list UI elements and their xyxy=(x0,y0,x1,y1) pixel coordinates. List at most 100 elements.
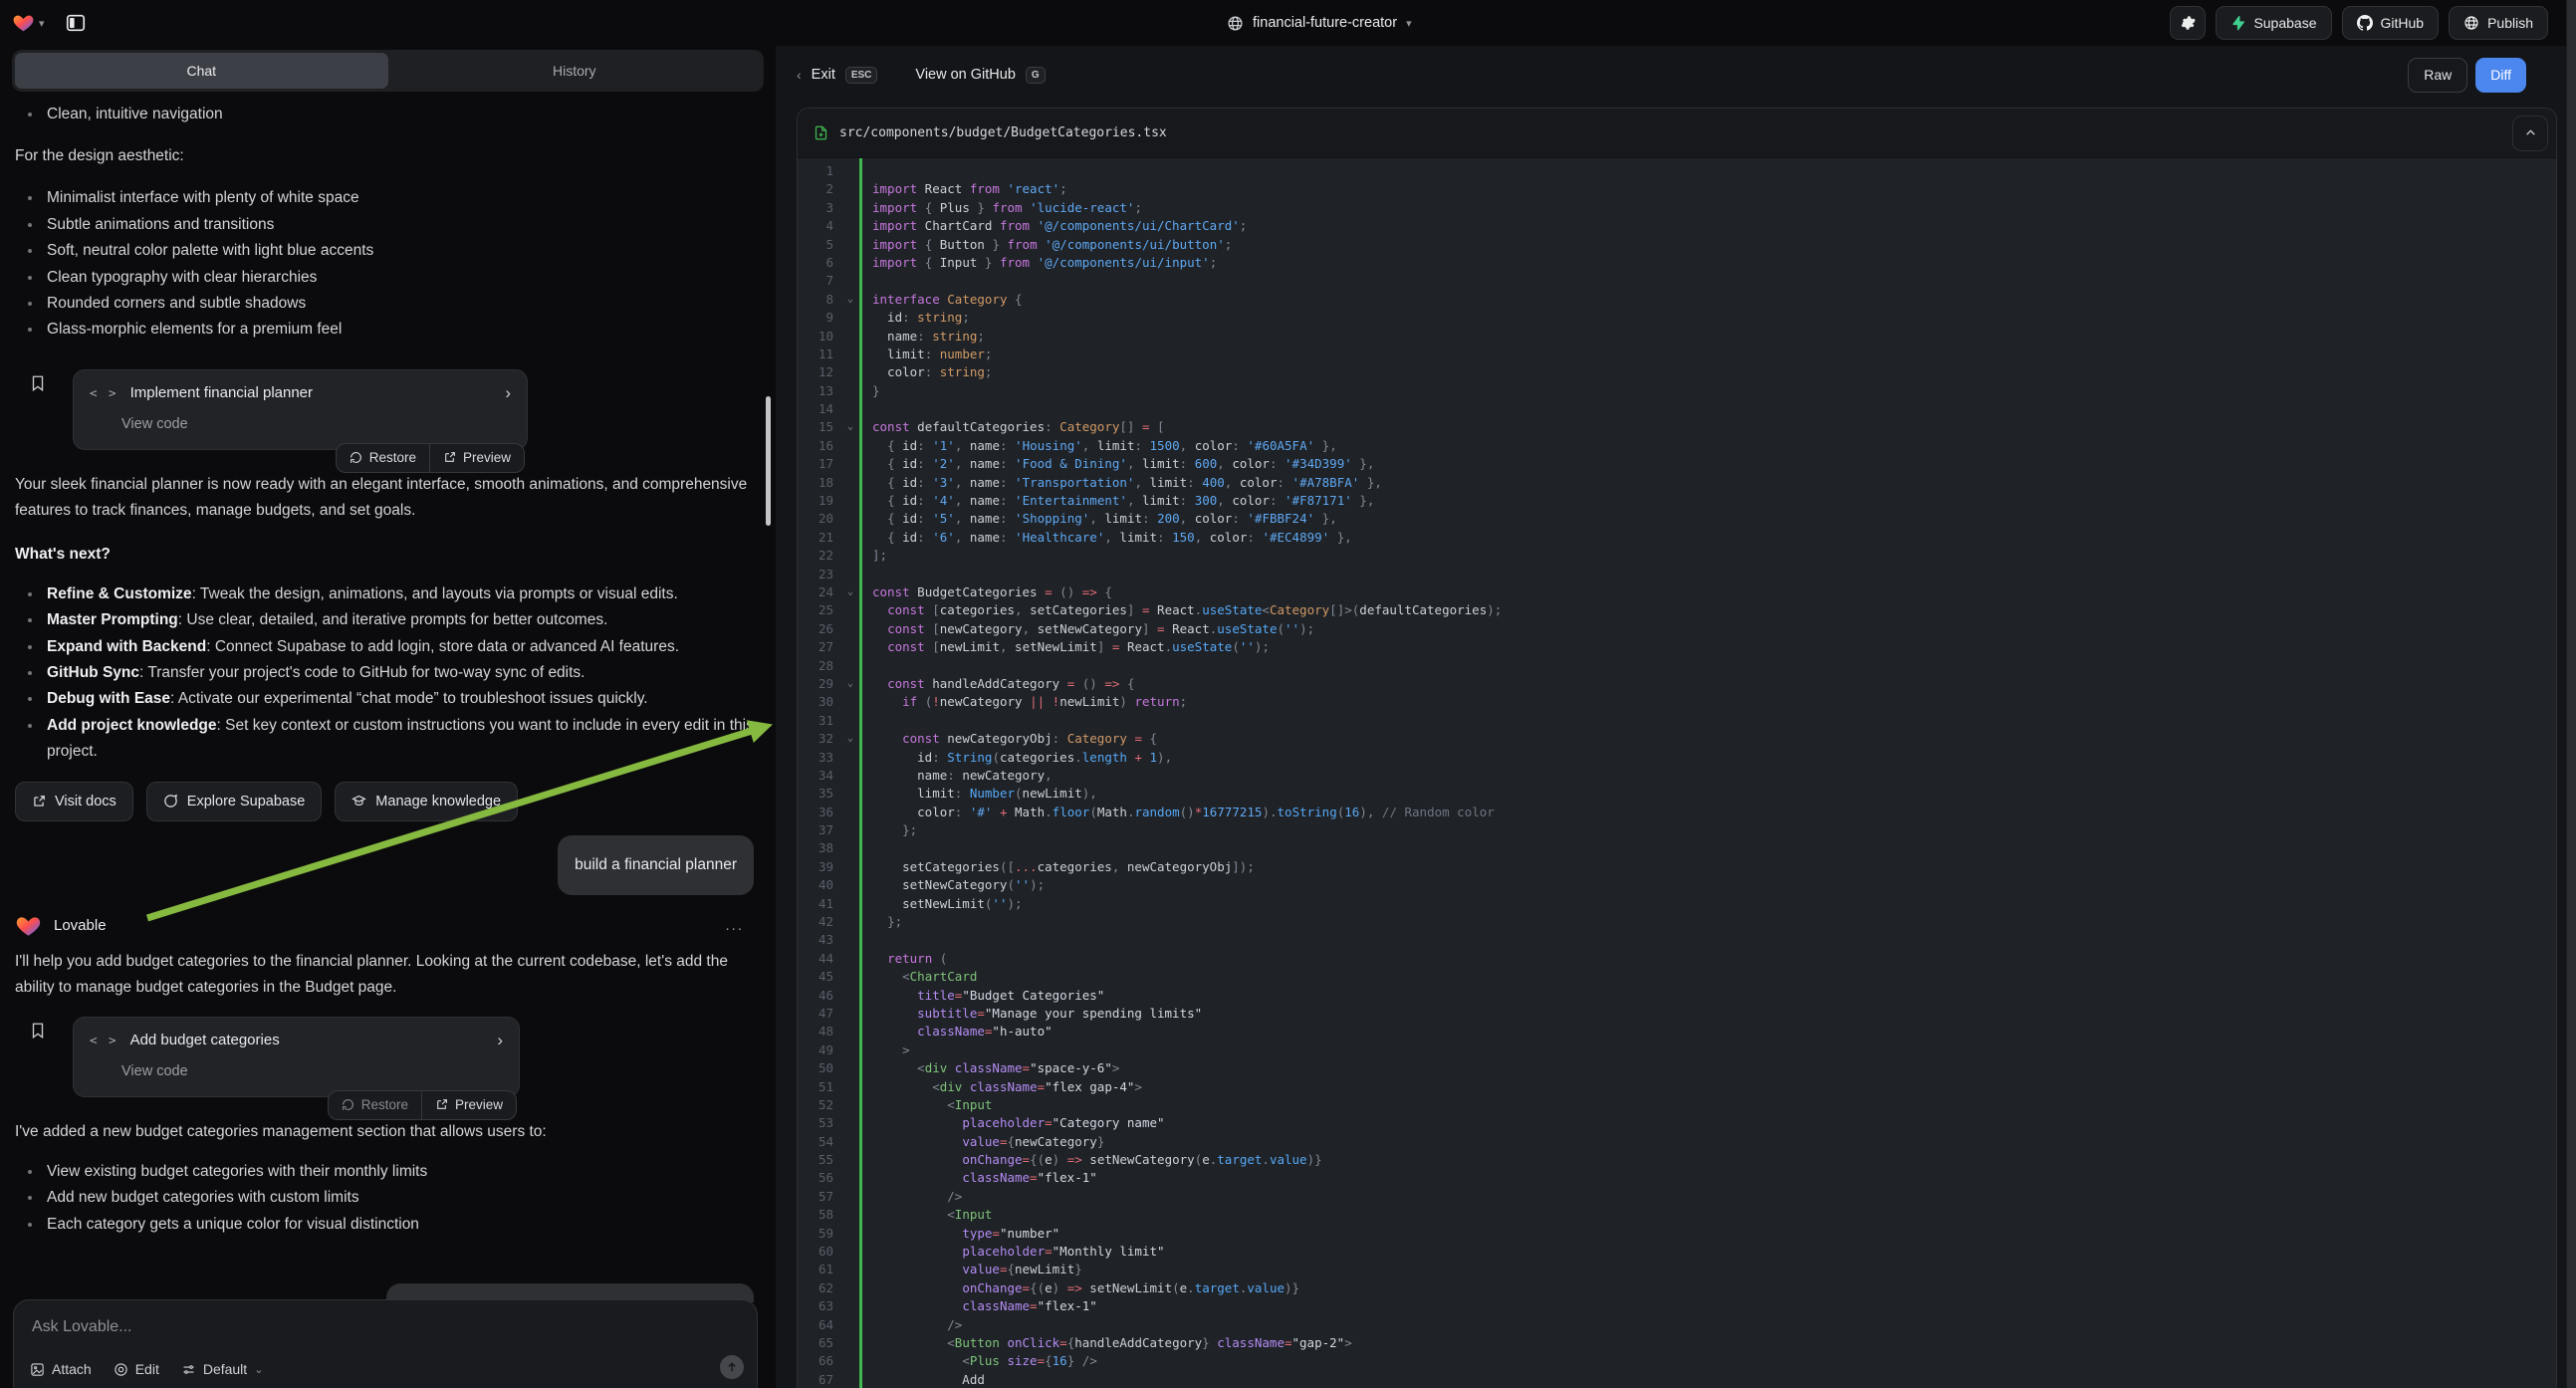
design-bullet-list: Minimalist interface with plenty of whit… xyxy=(15,185,754,343)
line-number: 52 xyxy=(798,1096,841,1114)
code-line: 53 placeholder="Category name" xyxy=(798,1114,2556,1132)
fold-spacer xyxy=(841,913,859,931)
view-code-link[interactable]: View code xyxy=(121,1058,503,1084)
version-card-row: < > Implement financial planner › View c… xyxy=(29,369,754,450)
manage-knowledge-button[interactable]: Manage knowledge xyxy=(335,782,518,821)
code-line: 55 onChange={(e) => setNewCategory(e.tar… xyxy=(798,1151,2556,1169)
fold-spacer xyxy=(841,987,859,1005)
line-number: 11 xyxy=(798,346,841,363)
chevron-down-icon: ▾ xyxy=(39,17,45,30)
code-line: 33 id: String(categories.length + 1), xyxy=(798,749,2556,767)
fold-spacer xyxy=(841,1261,859,1278)
chat-scrollbar-thumb[interactable] xyxy=(766,396,771,526)
globe-icon xyxy=(1227,15,1244,32)
code-line: 18 { id: '3', name: 'Transportation', li… xyxy=(798,474,2556,492)
code-line: 62 onChange={(e) => setNewLimit(e.target… xyxy=(798,1279,2556,1297)
collapse-file-button[interactable] xyxy=(2512,116,2548,151)
restore-button[interactable]: Restore xyxy=(329,1091,421,1119)
line-number: 63 xyxy=(798,1297,841,1315)
code-line: 11 limit: number; xyxy=(798,346,2556,363)
chat-input-card[interactable]: Ask Lovable... Attach Edit Default ⌄ xyxy=(13,1299,758,1388)
diff-added-gutter xyxy=(859,158,862,1388)
explore-supabase-button[interactable]: Explore Supabase xyxy=(146,782,323,821)
fold-chevron-icon[interactable]: ⌄ xyxy=(841,675,859,693)
chevron-down-icon: ▾ xyxy=(1406,17,1412,30)
chat-panel: Chat History Clean, intuitive navigation… xyxy=(0,46,776,1388)
settings-button[interactable] xyxy=(2170,6,2206,40)
raw-toggle-button[interactable]: Raw xyxy=(2408,58,2467,93)
message-menu-button[interactable]: ... xyxy=(725,913,744,939)
file-card: src/components/budget/BudgetCategories.t… xyxy=(797,108,2557,1388)
fold-spacer xyxy=(841,363,859,381)
code-line: 66 <Plus size={16} /> xyxy=(798,1352,2556,1370)
fold-spacer xyxy=(841,492,859,510)
fold-spacer xyxy=(841,217,859,235)
tab-chat[interactable]: Chat xyxy=(15,53,388,89)
line-number: 28 xyxy=(798,657,841,675)
toggle-sidebar-button[interactable] xyxy=(61,8,91,38)
window-scrollbar[interactable] xyxy=(2566,0,2576,1388)
preview-button[interactable]: Preview xyxy=(429,444,524,472)
restore-button[interactable]: Restore xyxy=(337,444,429,472)
attach-button[interactable]: Attach xyxy=(30,1361,92,1377)
chevron-up-icon xyxy=(2524,126,2537,139)
supabase-label: Supabase xyxy=(2253,15,2316,31)
lovable-heart-icon xyxy=(15,913,42,939)
diff-toggle-button[interactable]: Diff xyxy=(2475,58,2526,93)
bookmark-icon[interactable] xyxy=(29,373,47,393)
file-header[interactable]: src/components/budget/BudgetCategories.t… xyxy=(798,109,2556,158)
fold-spacer xyxy=(841,382,859,400)
supabase-icon xyxy=(2230,15,2245,31)
added-text: I've added a new budget categories manag… xyxy=(15,1119,754,1145)
line-number: 5 xyxy=(798,236,841,254)
fold-spacer xyxy=(841,272,859,290)
edit-mode-button[interactable]: Edit xyxy=(114,1361,159,1377)
github-button[interactable]: GitHub xyxy=(2342,6,2440,40)
publish-button[interactable]: Publish xyxy=(2449,6,2548,40)
added-bullet-list: View existing budget categories with the… xyxy=(15,1159,754,1238)
fold-spacer xyxy=(841,821,859,839)
project-switcher[interactable]: financial-future-creator ▾ xyxy=(1227,0,1412,46)
view-on-github-button[interactable]: View on GitHub G xyxy=(915,67,1045,84)
preview-button[interactable]: Preview xyxy=(421,1091,516,1119)
line-number: 50 xyxy=(798,1059,841,1077)
line-number: 6 xyxy=(798,254,841,272)
code-line: 9 id: string; xyxy=(798,309,2556,327)
exit-button[interactable]: ‹ Exit ESC xyxy=(797,67,877,84)
supabase-button[interactable]: Supabase xyxy=(2216,6,2331,40)
fold-spacer xyxy=(841,1041,859,1059)
code-line: 6import { Input } from '@/components/ui/… xyxy=(798,254,2556,272)
chat-bullet: Add new budget categories with custom li… xyxy=(15,1185,754,1211)
chat-input[interactable]: Ask Lovable... xyxy=(32,1318,739,1336)
fold-chevron-icon[interactable]: ⌄ xyxy=(841,730,859,748)
assistant-name: Lovable xyxy=(54,913,107,939)
visit-docs-button[interactable]: Visit docs xyxy=(15,782,133,821)
fold-spacer xyxy=(841,1316,859,1334)
lovable-logo-menu[interactable]: ▾ xyxy=(12,12,45,34)
view-code-link[interactable]: View code xyxy=(121,411,511,437)
line-number: 12 xyxy=(798,363,841,381)
send-button[interactable] xyxy=(720,1355,744,1379)
code-line: 2import React from 'react'; xyxy=(798,180,2556,198)
version-card-implement-financial-planner[interactable]: < > Implement financial planner › View c… xyxy=(73,369,528,450)
fold-spacer xyxy=(841,1096,859,1114)
line-number: 58 xyxy=(798,1206,841,1224)
chat-bullet: Debug with Ease: Activate our experiment… xyxy=(15,686,754,712)
project-title: financial-future-creator xyxy=(1253,15,1397,31)
line-number: 9 xyxy=(798,309,841,327)
model-selector[interactable]: Default ⌄ xyxy=(181,1361,264,1377)
version-card-add-budget-categories[interactable]: < > Add budget categories › View code Re… xyxy=(73,1017,520,1097)
line-number: 44 xyxy=(798,950,841,968)
fold-chevron-icon[interactable]: ⌄ xyxy=(841,418,859,436)
line-number: 27 xyxy=(798,638,841,656)
chat-bullet: Refine & Customize: Tweak the design, an… xyxy=(15,581,754,607)
arrow-up-icon xyxy=(726,1361,738,1373)
fold-chevron-icon[interactable]: ⌄ xyxy=(841,291,859,309)
code-brackets-icon: < > xyxy=(90,1028,118,1053)
fold-spacer xyxy=(841,455,859,473)
fold-spacer xyxy=(841,1151,859,1169)
bookmark-icon[interactable] xyxy=(29,1021,47,1041)
fold-chevron-icon[interactable]: ⌄ xyxy=(841,583,859,601)
code-brackets-icon: < > xyxy=(90,380,118,406)
tab-history[interactable]: History xyxy=(388,53,762,89)
